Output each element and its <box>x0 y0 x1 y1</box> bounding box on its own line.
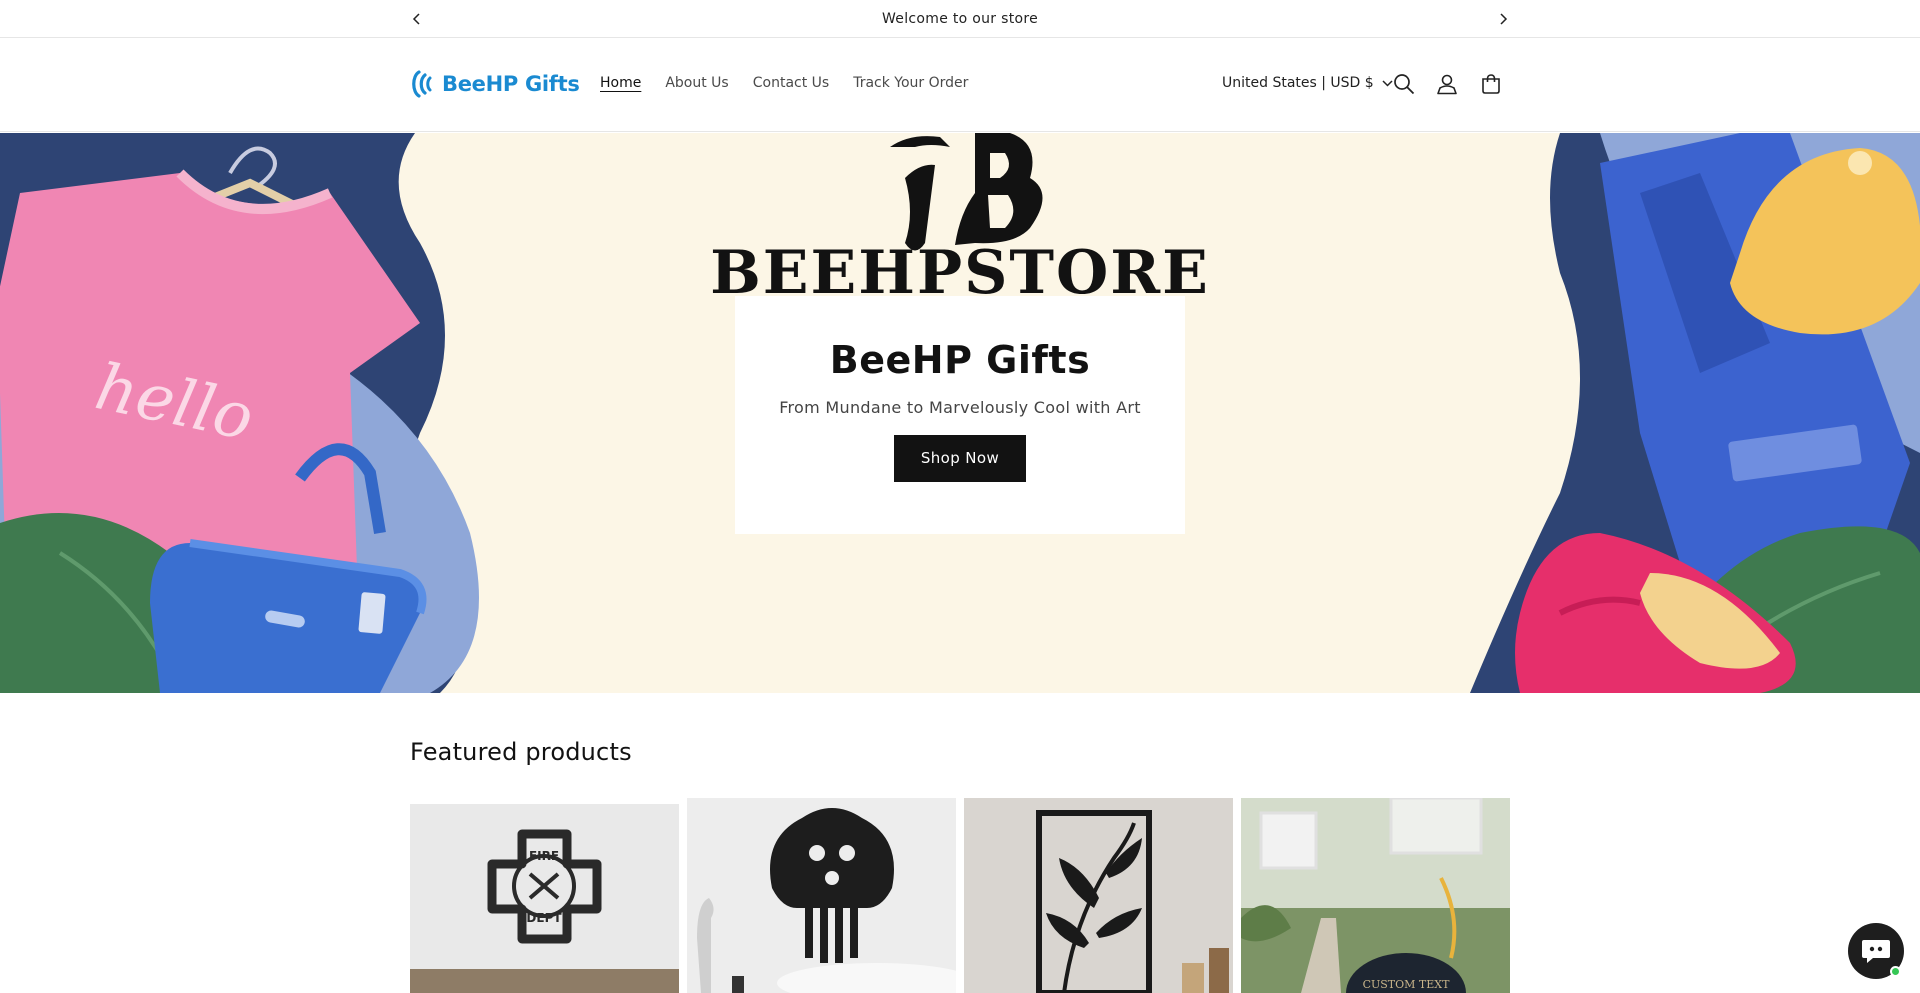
chevron-left-icon[interactable] <box>407 9 427 29</box>
product-image: CUSTOM TEXT <box>1241 798 1510 993</box>
main-nav: Home About Us Contact Us Track Your Orde… <box>600 75 968 91</box>
chat-launcher-button[interactable] <box>1848 923 1904 979</box>
search-icon[interactable] <box>1391 71 1417 97</box>
hero-banner: hello BEEHPSTORE BeeHP Gifts From Mundan… <box>0 133 1920 693</box>
product-image <box>964 798 1233 993</box>
shop-now-button[interactable]: Shop Now <box>894 435 1026 482</box>
logo-text: BeeHP Gifts <box>442 72 580 96</box>
nav-contact-us[interactable]: Contact Us <box>753 75 829 91</box>
featured-products-title: Featured products <box>410 738 632 766</box>
chevron-right-icon[interactable] <box>1493 9 1513 29</box>
product-card-hair-pick[interactable] <box>687 798 956 993</box>
svg-text:FIRE: FIRE <box>529 849 559 863</box>
product-card-fire-dept[interactable]: FIRE DEPT <box>410 804 679 993</box>
country-selector-label: United States | USD $ <box>1222 75 1374 91</box>
chat-icon <box>1862 940 1890 963</box>
product-card-floral-panel[interactable] <box>964 798 1233 993</box>
cart-icon[interactable] <box>1478 71 1504 97</box>
online-status-dot <box>1890 966 1901 977</box>
svg-text:DEPT: DEPT <box>526 911 562 925</box>
logo[interactable]: BeeHP Gifts <box>410 69 580 99</box>
product-card-custom-garden-sign[interactable]: CUSTOM TEXT <box>1241 798 1510 993</box>
hero-title: BeeHP Gifts <box>829 338 1091 382</box>
hero-subtitle: From Mundane to Marvelously Cool with Ar… <box>779 398 1141 417</box>
nav-about-us[interactable]: About Us <box>665 75 728 91</box>
announcement-bar: Welcome to our store <box>0 0 1920 38</box>
product-image: FIRE DEPT <box>410 804 679 993</box>
account-icon[interactable] <box>1434 71 1460 97</box>
nav-track-order[interactable]: Track Your Order <box>853 75 968 91</box>
svg-text:CUSTOM TEXT: CUSTOM TEXT <box>1363 978 1451 991</box>
site-header: BeeHP Gifts Home About Us Contact Us Tra… <box>0 39 1920 132</box>
nav-home[interactable]: Home <box>600 75 641 91</box>
hero-content-card: BeeHP Gifts From Mundane to Marvelously … <box>735 296 1185 534</box>
logo-mark-icon <box>412 70 432 98</box>
announcement-text: Welcome to our store <box>881 10 1039 27</box>
product-image <box>687 798 956 993</box>
country-selector[interactable]: United States | USD $ <box>1222 75 1393 91</box>
